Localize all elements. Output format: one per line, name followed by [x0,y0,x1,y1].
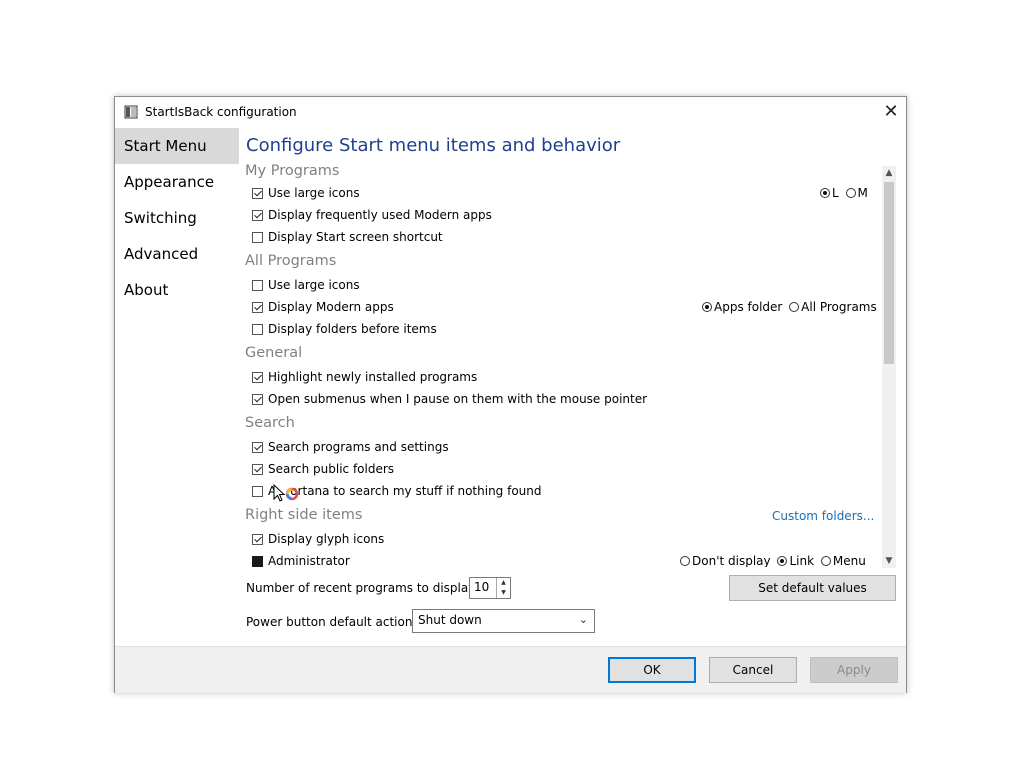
radio-menu[interactable] [820,556,831,566]
chevron-down-icon: ⌄ [578,613,588,626]
item-label: Administrator [268,554,350,567]
checkbox-display-modern-apps[interactable]: Display Modern apps [252,297,394,317]
settings-scroll-area: My Programs Use large icons L M Display … [240,163,896,567]
recent-programs-label: Number of recent programs to display: [246,581,479,595]
radio-label: L [832,186,839,200]
stepper-up-icon[interactable]: ▲ [497,578,510,588]
recent-programs-stepper[interactable]: 10 ▲ ▼ [469,577,511,599]
radio-link[interactable] [777,556,788,566]
radio-label: M [857,186,868,200]
checkbox-folders-before-items[interactable]: Display folders before items [252,319,437,339]
sidebar-item-start-menu[interactable]: Start Menu [115,128,239,164]
checkbox-label: Display Modern apps [268,300,394,314]
icon-size-radio-group: L M [820,183,868,203]
checkbox-icon[interactable] [252,188,263,199]
administrator-item[interactable]: Administrator [252,551,350,567]
section-my-programs: My Programs [245,163,340,179]
page-title: Configure Start menu items and behavior [246,135,621,156]
ok-button[interactable]: OK [608,657,696,683]
stepper-down-icon[interactable]: ▼ [497,588,510,598]
checkbox-label: Display folders before items [268,322,437,336]
checkbox-icon[interactable] [252,302,263,313]
checkbox-icon[interactable] [252,534,263,545]
radio-size-l[interactable] [820,188,830,198]
radio-label: Apps folder [714,300,783,314]
radio-all-programs[interactable] [789,302,800,312]
checkbox-label: Open submenus when I pause on them with … [268,392,648,406]
close-icon[interactable]: ✕ [876,97,906,127]
custom-folders-link[interactable]: Custom folders... [772,506,874,526]
set-default-values-button[interactable]: Set default values [729,575,896,601]
window-title: StartIsBack configuration [145,105,297,119]
checkbox-label: Search programs and settings [268,440,449,454]
stepper-buttons: ▲ ▼ [496,578,510,598]
scroll-down-icon[interactable]: ▼ [882,554,896,568]
checkbox-icon[interactable] [252,232,263,243]
vertical-scrollbar[interactable]: ▲ ▼ [882,166,896,568]
sidebar: Start Menu Appearance Switching Advanced… [115,128,239,308]
checkbox-glyph-icons[interactable]: Display glyph icons [252,529,384,549]
checkbox-label: Display frequently used Modern apps [268,208,492,222]
config-window: StartIsBack configuration ✕ Start Menu A… [114,96,907,693]
checkbox-start-screen-shortcut[interactable]: Display Start screen shortcut [252,227,443,247]
checkbox-label: Use large icons [268,278,360,292]
app-icon [124,105,138,119]
checkbox-label: Display Start screen shortcut [268,230,443,244]
radio-label: Menu [832,554,866,567]
checkbox-label: Highlight newly installed programs [268,370,478,384]
power-action-value: Shut down [418,613,482,627]
checkbox-frequent-modern-apps[interactable]: Display frequently used Modern apps [252,205,492,225]
apply-button[interactable]: Apply [810,657,898,683]
modern-apps-placement-radio-group: Apps folder All Programs [702,297,877,317]
mouse-cursor-icon [273,484,299,502]
power-action-select[interactable]: Shut down ⌄ [412,609,595,633]
checkbox-label: Search public folders [268,462,395,476]
checkbox-icon[interactable] [252,324,263,335]
checkbox-icon[interactable] [252,394,263,405]
checkbox-label: Display glyph icons [268,532,385,546]
checkbox-highlight-new[interactable]: Highlight newly installed programs [252,367,477,387]
checkbox-search-programs[interactable]: Search programs and settings [252,437,449,457]
sidebar-item-advanced[interactable]: Advanced [115,236,239,272]
radio-label: Link [789,554,815,567]
checkbox-icon[interactable] [252,464,263,475]
dialog-footer: OK Cancel Apply [115,646,906,693]
radio-label: All Programs [801,300,877,314]
section-search: Search [245,415,295,431]
checkbox-my-large-icons[interactable]: Use large icons [252,183,360,203]
radio-label: Don't display [692,554,771,567]
checkbox-icon[interactable] [252,280,263,291]
section-general: General [245,345,303,361]
checkbox-icon[interactable] [252,210,263,221]
section-right-side-items: Right side items [245,507,363,523]
checkbox-all-large-icons[interactable]: Use large icons [252,275,360,295]
recent-programs-value[interactable]: 10 [474,580,489,594]
cancel-button[interactable]: Cancel [709,657,797,683]
administrator-icon [252,556,263,567]
checkbox-label: Use large icons [268,186,360,200]
scroll-thumb[interactable] [884,182,894,364]
checkbox-open-submenus[interactable]: Open submenus when I pause on them with … [252,389,647,409]
checkbox-icon[interactable] [252,486,263,497]
sidebar-item-about[interactable]: About [115,272,239,308]
radio-dont-display[interactable] [680,556,690,566]
sidebar-item-appearance[interactable]: Appearance [115,164,239,200]
administrator-display-radio-group: Don't display Link Menu [680,551,866,567]
sidebar-item-switching[interactable]: Switching [115,200,239,236]
radio-size-m[interactable] [845,188,856,198]
scroll-up-icon[interactable]: ▲ [882,166,896,180]
radio-apps-folder[interactable] [702,302,712,312]
section-all-programs: All Programs [245,253,337,269]
power-button-label: Power button default action: [246,615,417,629]
checkbox-search-public-folders[interactable]: Search public folders [252,459,394,479]
checkbox-label-suffix: ortana to search my stuff if nothing fou… [290,484,542,498]
checkbox-icon[interactable] [252,372,263,383]
checkbox-icon[interactable] [252,442,263,453]
title-bar: StartIsBack configuration ✕ [115,97,906,127]
